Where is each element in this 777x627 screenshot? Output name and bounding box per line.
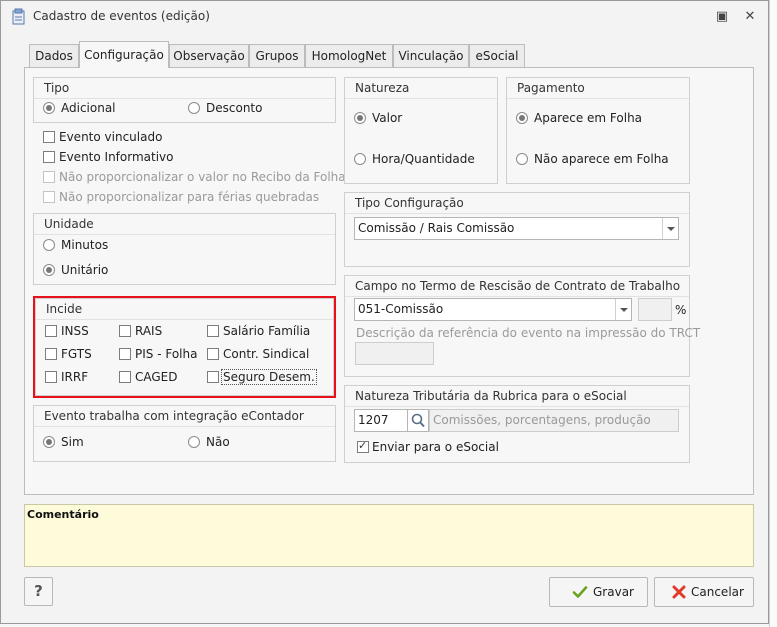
label-nao: Não (206, 435, 230, 449)
radio-minutos[interactable] (43, 239, 55, 251)
trct-percent-input[interactable] (638, 298, 672, 321)
radio-sim[interactable] (43, 436, 55, 448)
label-evento-informativo: Evento Informativo (59, 150, 174, 164)
label-desconto: Desconto (206, 101, 263, 115)
radio-aparece-em-folha[interactable] (516, 112, 528, 124)
trct-desc-label: Descrição da referência do evento na imp… (356, 326, 701, 340)
checkbox-evento-informativo[interactable] (43, 151, 55, 163)
label-sim: Sim (61, 435, 84, 449)
app-icon (12, 8, 25, 25)
label-enviar-esocial: Enviar para o eSocial (372, 440, 499, 454)
group-natureza: Natureza (344, 77, 498, 184)
tab-grupos[interactable]: Grupos (249, 44, 305, 67)
background-window-edge (769, 0, 777, 627)
label-hora-quantidade: Hora/Quantidade (372, 152, 475, 166)
group-tipo-configuracao-title: Tipo Configuração (345, 193, 689, 214)
tab-configuracao[interactable]: Configuração (79, 41, 169, 68)
tipo-configuracao-select[interactable]: Comissão / Rais Comissão (354, 217, 679, 240)
comment-label: Comentário (27, 508, 99, 521)
cancelar-button[interactable]: Cancelar (654, 577, 754, 607)
comment-area[interactable]: Comentário (24, 504, 754, 567)
label-unitario: Unitário (61, 263, 109, 277)
percent-symbol: % (675, 303, 687, 317)
radio-valor[interactable] (354, 112, 366, 124)
tab-esocial[interactable]: eSocial (469, 44, 525, 67)
group-econtador: Evento trabalha com integração eContador (33, 405, 336, 462)
title-bar: Cadastro de eventos (edição) ▣ ✕ (1, 1, 768, 33)
group-natureza-tributaria-title: Natureza Tributária da Rubrica para o eS… (345, 386, 689, 407)
tab-vinculacao[interactable]: Vinculação (393, 44, 469, 67)
trct-campo-select[interactable]: 051-Comissão (354, 298, 632, 321)
maximize-icon[interactable]: ▣ (714, 9, 730, 25)
label-minutos: Minutos (61, 238, 109, 252)
trct-desc-input[interactable] (355, 342, 434, 365)
natureza-tributaria-code-input[interactable]: 1207 (354, 409, 408, 432)
gravar-button[interactable]: Gravar (549, 577, 648, 607)
group-unidade-title: Unidade (34, 214, 335, 235)
cancel-x-icon (672, 585, 686, 599)
group-natureza-title: Natureza (345, 78, 497, 99)
window-title: Cadastro de eventos (edição) (33, 9, 210, 23)
search-icon (411, 413, 425, 428)
checkbox-nao-proporcionalizar-ferias[interactable] (43, 191, 55, 203)
radio-desconto[interactable] (188, 102, 200, 114)
trct-campo-value: 051-Comissão (358, 302, 444, 316)
gravar-label: Gravar (593, 585, 634, 599)
group-trct-title: Campo no Termo de Rescisão de Contrato d… (345, 276, 689, 297)
natureza-tributaria-description[interactable]: Comissões, porcentagens, produção (429, 409, 679, 432)
group-pagamento: Pagamento (506, 77, 690, 184)
tipo-configuracao-value: Comissão / Rais Comissão (358, 221, 515, 235)
chevron-down-icon[interactable] (615, 299, 631, 320)
radio-adicional[interactable] (43, 102, 55, 114)
label-nao-proporcionalizar-recibo: Não proporcionalizar o valor no Recibo d… (59, 170, 346, 184)
radio-hora-quantidade[interactable] (354, 153, 366, 165)
chevron-down-icon[interactable] (662, 218, 678, 239)
main-window: Cadastro de eventos (edição) ▣ ✕ Dados C… (0, 0, 769, 624)
label-nao-aparece-em-folha: Não aparece em Folha (534, 152, 669, 166)
group-tipo-title: Tipo (34, 78, 335, 99)
label-adicional: Adicional (61, 101, 116, 115)
close-icon[interactable]: ✕ (742, 9, 758, 25)
radio-unitario[interactable] (43, 264, 55, 276)
tab-homolognet[interactable]: HomologNet (305, 44, 393, 67)
label-evento-vinculado: Evento vinculado (59, 130, 163, 144)
label-aparece-em-folha: Aparece em Folha (534, 111, 643, 125)
cancelar-label: Cancelar (691, 585, 744, 599)
radio-nao[interactable] (188, 436, 200, 448)
label-nao-proporcionalizar-ferias: Não proporcionalizar para férias quebrad… (59, 190, 320, 204)
checkbox-nao-proporcionalizar-recibo[interactable] (43, 171, 55, 183)
tab-dados[interactable]: Dados (29, 44, 79, 67)
label-valor: Valor (372, 111, 403, 125)
highlight-box (33, 296, 336, 398)
tab-observacao[interactable]: Observação (169, 44, 249, 67)
group-econtador-title: Evento trabalha com integração eContador (34, 406, 335, 427)
checkbox-enviar-esocial[interactable] (357, 439, 369, 453)
help-button[interactable]: ? (24, 577, 53, 606)
checkbox-evento-vinculado[interactable] (43, 131, 55, 143)
group-pagamento-title: Pagamento (507, 78, 689, 99)
search-button[interactable] (407, 409, 429, 432)
group-tipo: Tipo (33, 77, 336, 123)
check-icon (572, 586, 588, 598)
radio-nao-aparece-em-folha[interactable] (516, 153, 528, 165)
